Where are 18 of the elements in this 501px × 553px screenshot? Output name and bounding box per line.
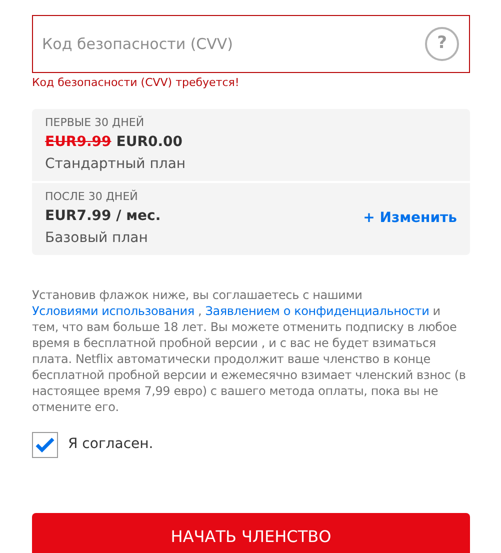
price: EUR0.00	[116, 132, 183, 152]
help-icon[interactable]: ?	[425, 27, 459, 61]
error-message: Код безопасности (CVV) требуется!	[32, 75, 240, 91]
period-heading: ПОСЛЕ 30 ДНЕЙ	[45, 188, 139, 204]
price: EUR7.99 / мес.	[45, 206, 161, 226]
terms-paragraph: Установив флажок ниже, вы соглашаетесь с нашими Условиями использования , Заявлением о конфиденциальности и тем, что вам больше 18 лет. Вы можете отменить подписку в любое время в бесплатной пробной версии , и с вас не будет взиматься плата. Netflix автоматически продолжит ваше членство в конце бесплатной пробной версии и ежемесячно взимает членский взнос (в настоящее время 7,99 евро) с вашего метода оплаты, пока вы не отмените его.	[32, 286, 467, 414]
agree-label: Я согласен.	[68, 435, 154, 454]
terms-link[interactable]: Условиями использования	[32, 304, 194, 318]
plan-name: Стандартный план	[45, 154, 186, 174]
old-price: EUR9.99	[45, 132, 112, 152]
agree-checkbox[interactable]	[32, 432, 58, 458]
change-plan-link[interactable]: + Изменить	[363, 208, 457, 229]
cvv-field[interactable]: Код безопасности (CVV) ?	[32, 15, 470, 73]
period-heading: ПЕРВЫЕ 30 ДНЕЙ	[45, 114, 146, 130]
checkmark-icon	[35, 436, 55, 452]
terms-link[interactable]: Заявлением о конфиденциальности	[205, 304, 430, 318]
plan-name: Базовый план	[45, 228, 149, 248]
start-membership-button[interactable]: НАЧАТЬ ЧЛЕНСТВО	[32, 512, 470, 553]
